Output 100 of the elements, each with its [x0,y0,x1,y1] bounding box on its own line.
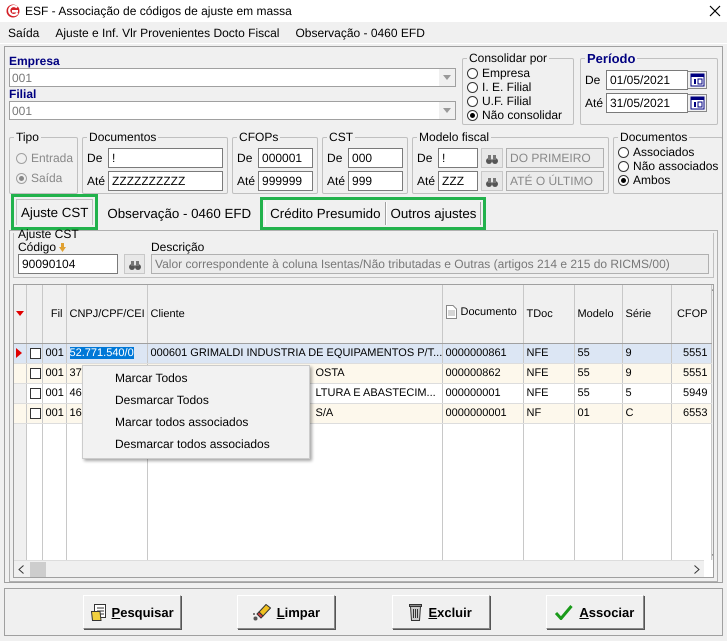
table-cell: 52.771.540/0 [70,347,134,359]
input-field[interactable]: ! [438,148,478,168]
checkbox[interactable] [30,388,40,399]
field-label: Até [417,174,436,188]
field-label: De [87,151,104,165]
group-title: Consolidar por [468,51,548,65]
group-title: Modelo fiscal [418,130,490,144]
group-title: Ajuste CST [18,229,80,240]
radio-button[interactable] [467,68,478,78]
table-cell: 6553 [683,407,708,419]
input-field[interactable]: 000 [348,148,404,168]
table-cell: 000000001 [446,387,501,399]
input-field[interactable]: 90090104 [18,254,118,274]
search-button[interactable] [481,171,504,191]
menu-item[interactable]: Desmarcar Todos [83,390,309,412]
checkmark-icon [555,604,574,620]
menu-item[interactable]: Ajuste e Inf. Vlr Provenientes Docto Fiscal [55,26,280,40]
table-cell: 46 [70,387,82,399]
table-cell: NFE [526,367,548,379]
group-title: Tipo [15,130,40,144]
binoculars-icon [485,176,500,186]
table-cell: 001 [46,387,64,399]
menu-item[interactable]: Marcar Todos [83,368,309,390]
date-field[interactable]: 01/05/2021 [606,70,688,90]
column-header[interactable]: Série [626,308,652,320]
radio-button[interactable] [618,160,630,172]
radio-label: Ambos [633,173,670,187]
radio-button[interactable] [467,82,478,92]
radio-label: Não consolidar [482,108,562,122]
button[interactable]: Associar [546,595,644,629]
checkbox[interactable] [30,408,40,419]
scrollbar-thumb[interactable] [30,562,46,576]
tab[interactable]: Outros ajustes [386,202,482,225]
binoculars-icon [485,152,500,164]
radio-button[interactable] [618,146,630,158]
button[interactable]: Limpar [237,595,336,629]
calendar-button[interactable] [687,71,707,89]
scroll-left-icon[interactable] [18,564,24,574]
table-cell: 0000000861 [446,347,507,359]
sort-down-icon [59,242,66,252]
group-title: CFOPs [238,130,280,144]
dropdown-field[interactable]: 001 [9,68,456,87]
radio-button[interactable] [467,110,478,120]
column-header[interactable]: Modelo [578,308,614,320]
button[interactable]: Excluir [392,595,490,629]
menu-item[interactable]: Marcar todos associados [83,412,309,434]
table-cell: 001 [46,407,64,419]
table-cell: 16 [70,407,82,419]
table-cell: 01 [578,407,590,419]
checkbox[interactable] [30,368,40,379]
table-cell: OSTA [316,367,345,379]
binoculars-icon [128,258,142,270]
trash-can-icon [409,604,422,620]
radio-label: I. E. Filial [482,80,532,94]
radio-button[interactable] [618,174,630,186]
input-field[interactable]: ZZZZZZZZZZ [108,171,224,191]
table-cell: 5551 [683,367,708,379]
table-cell: 5551 [683,347,708,359]
window-title: ESF - Associação de códigos de ajuste em massa [25,4,293,18]
column-header[interactable]: Fil [50,308,62,320]
tab[interactable]: Crédito Presumido [265,202,386,225]
dropdown-arrow-icon [443,75,451,80]
radio-button[interactable] [467,96,478,106]
field-label: Até [327,174,346,188]
table-cell: 0000000001 [446,407,507,419]
table-cell: 001 [46,367,64,379]
calendar-button[interactable] [687,94,707,112]
button[interactable]: Pesquisar [83,595,182,629]
input-field[interactable]: 999 [348,171,404,191]
dropdown-field[interactable]: 001 [9,101,456,120]
input-field[interactable]: ! [108,148,224,168]
search-button[interactable] [124,254,145,274]
checkbox[interactable] [30,348,40,359]
current-row-icon [16,348,22,358]
table-cell: 001 [46,347,64,359]
input-field[interactable]: 000001 [258,148,314,168]
search-button[interactable] [481,148,504,168]
column-header[interactable]: Cliente [150,308,185,320]
app-logo-icon [6,4,20,18]
tab[interactable]: Observação - 0460 EFD [103,202,256,225]
document-icon [446,305,456,320]
menu-item[interactable]: Desmarcar todos associados [83,434,309,456]
field-label: De [327,151,344,165]
menu-item[interactable]: Observação - 0460 EFD [295,26,425,40]
field-label: Filial [9,87,38,101]
tab[interactable]: Ajuste CST [16,199,94,225]
input-field[interactable]: ZZZ [438,171,478,191]
column-header[interactable]: TDoc [526,308,553,320]
sort-indicator-icon [16,311,24,316]
table-cell: LTURA E ABASTECIM... [316,387,436,399]
table-cell: 9 [626,347,632,359]
column-header[interactable]: CFOP [676,308,708,320]
close-icon[interactable] [709,5,721,17]
input-field[interactable]: 999999 [258,171,314,191]
table-cell: 5949 [683,387,708,399]
column-header[interactable]: Documento [460,306,517,318]
date-field[interactable]: 31/05/2021 [606,93,688,113]
menu-item[interactable]: Saída [8,26,40,40]
radio-label: Não associados [633,159,718,173]
scroll-right-icon[interactable] [694,564,700,574]
